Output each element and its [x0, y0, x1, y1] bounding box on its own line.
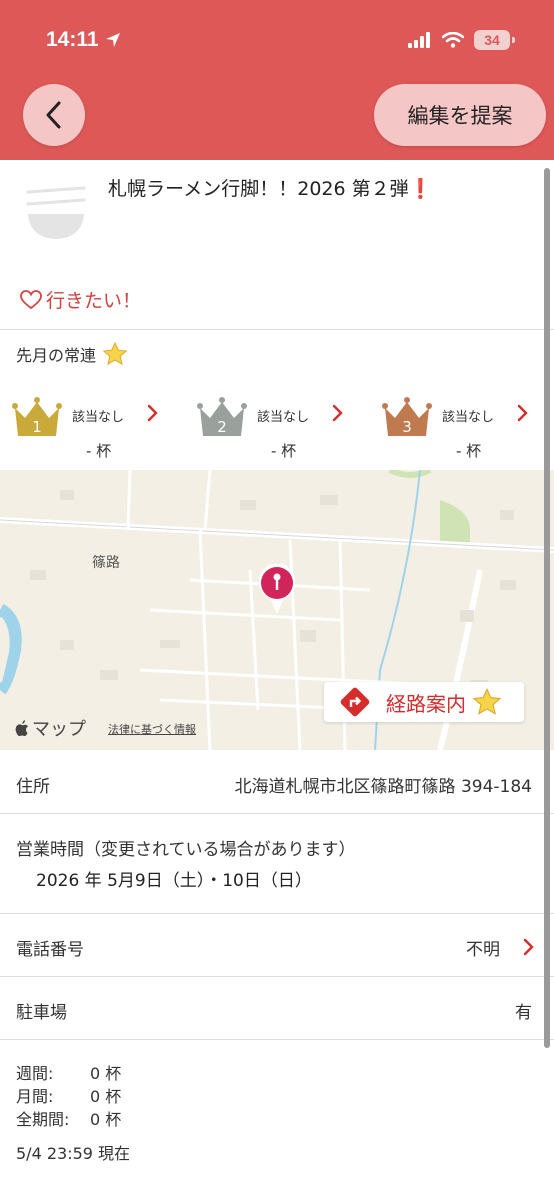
phone-value: 不明	[466, 940, 500, 960]
want-to-go-label: 行きたい！	[46, 290, 142, 312]
rank-1-item[interactable]: 1 該当なし - 杯	[12, 396, 162, 466]
directions-icon	[340, 687, 370, 717]
status-time: 14:11	[46, 28, 121, 52]
rank-cups: - 杯	[456, 442, 482, 460]
legal-info-link[interactable]: 法律に基づく情報	[108, 721, 196, 737]
rank-3-item[interactable]: 3 該当なし - 杯	[382, 396, 532, 466]
address-value[interactable]: 北海道札幌市北区篠路町篠路 394-184	[235, 772, 532, 797]
location-arrow-icon	[105, 33, 120, 47]
shop-title: 札幌ラーメン行脚！！2026 第２弾❗	[108, 174, 432, 201]
map-pin-icon[interactable]	[256, 564, 298, 616]
route-guide-label: 経路案内	[386, 691, 466, 716]
shop-title-text: 札幌ラーメン行脚！！2026 第２弾	[108, 178, 409, 200]
hours-label: 営業時間（変更されている場合があります）	[16, 840, 356, 860]
phone-label: 電話番号	[16, 940, 84, 960]
back-button[interactable]	[23, 84, 85, 146]
divider	[0, 913, 554, 914]
chevron-right-icon	[147, 404, 158, 422]
stat-row-weekly: 週間: 0 杯	[16, 1062, 121, 1085]
rank-name: 該当なし	[442, 410, 495, 425]
want-to-go-button[interactable]: 行きたい！	[20, 286, 141, 313]
heart-outline-icon	[20, 289, 42, 309]
divider	[0, 329, 554, 330]
suggest-edit-button[interactable]: 編集を提案	[374, 84, 546, 146]
rank-cups: - 杯	[271, 442, 297, 460]
chevron-right-icon	[517, 404, 528, 422]
star-icon	[472, 688, 502, 715]
stat-value: 0 杯	[90, 1110, 122, 1129]
stat-label: 週間:	[16, 1064, 54, 1083]
parking-value: 有	[515, 1003, 532, 1023]
status-time-text: 14:11	[46, 28, 99, 51]
stat-label: 全期間:	[16, 1110, 70, 1129]
app-header: 14:11 34 編集を提案	[0, 0, 554, 160]
chevron-right-icon	[332, 404, 343, 422]
scrollbar[interactable]	[544, 168, 550, 1048]
stat-row-all-time: 全期間: 0 杯	[16, 1108, 121, 1131]
rank-number: 3	[402, 418, 412, 436]
divider	[0, 976, 554, 977]
rank-number: 2	[217, 418, 227, 436]
wifi-icon	[442, 32, 464, 48]
stat-value: 0 杯	[90, 1087, 122, 1106]
parking-label: 駐車場	[16, 1003, 67, 1023]
silver-crown-icon: 2	[197, 397, 247, 436]
gold-crown-icon: 1	[12, 397, 62, 436]
signal-icon	[408, 32, 430, 48]
map-view[interactable]: 篠路 経路案内 マップ 法律に基づく情報	[0, 470, 554, 750]
bronze-crown-icon: 3	[382, 397, 432, 436]
chevron-left-icon	[46, 101, 61, 129]
cup-stats: 週間: 0 杯 月間: 0 杯 全期間: 0 杯	[16, 1062, 121, 1131]
rank-2-item[interactable]: 2 該当なし - 杯	[197, 396, 347, 466]
maps-logo-text: マップ	[32, 719, 86, 740]
map-place-label: 篠路	[92, 555, 120, 571]
stats-as-of: 5/4 23:59 現在	[16, 1144, 131, 1163]
stat-label: 月間:	[16, 1087, 54, 1106]
route-guide-button[interactable]: 経路案内	[324, 682, 524, 722]
star-icon	[102, 342, 128, 366]
address-label: 住所	[16, 777, 50, 797]
chevron-right-icon	[523, 938, 534, 956]
maps-logo: マップ	[14, 715, 86, 741]
rank-name: 該当なし	[257, 410, 310, 425]
status-indicators: 34	[408, 30, 515, 50]
divider	[0, 813, 554, 814]
exclamation-mark: ❗	[408, 178, 433, 200]
stat-value: 0 杯	[90, 1064, 122, 1083]
rank-name: 該当なし	[72, 410, 125, 425]
regulars-title: 先月の常連	[16, 342, 128, 366]
battery-indicator: 34	[474, 30, 515, 50]
apple-logo-icon	[15, 720, 28, 737]
rank-cups: - 杯	[86, 442, 112, 460]
ramen-bowl-icon	[26, 186, 86, 239]
regulars-title-text: 先月の常連	[16, 346, 97, 365]
stat-row-monthly: 月間: 0 杯	[16, 1085, 121, 1108]
rank-number: 1	[32, 418, 42, 436]
hours-value: 2026 年 5月9日（土）・10日（日）	[36, 871, 312, 891]
divider	[0, 1039, 554, 1040]
